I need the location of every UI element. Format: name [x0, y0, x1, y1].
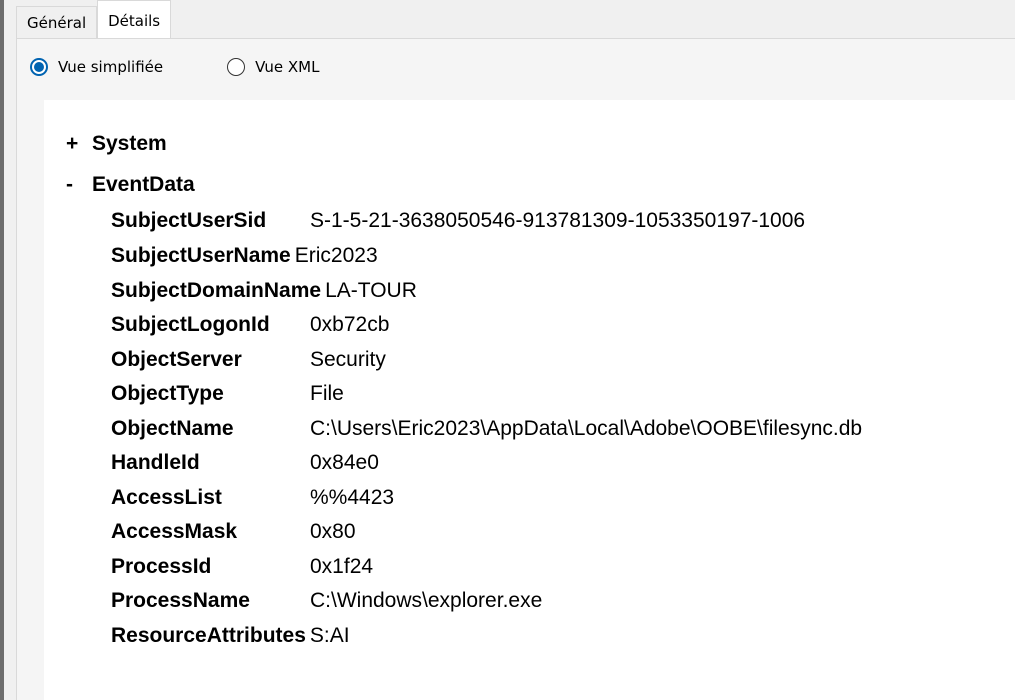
event-field-row: SubjectDomainName LA-TOUR: [111, 279, 417, 303]
tree-node-system[interactable]: + System: [66, 132, 167, 156]
event-field-row: AccessMask 0x80: [111, 520, 356, 544]
window-edge: [0, 0, 4, 700]
tab-bar: Général Détails: [16, 0, 172, 38]
radio-checked-icon[interactable]: [30, 58, 48, 76]
field-value: File: [310, 382, 344, 405]
event-field-row: SubjectUserSid S-1-5-21-3638050546-913781…: [111, 209, 805, 233]
radio-unchecked-icon[interactable]: [227, 58, 246, 76]
event-field-row: AccessList %%4423: [111, 486, 394, 510]
field-name: SubjectDomainName: [111, 279, 322, 302]
field-name: ObjectName: [111, 417, 234, 440]
event-field-row: SubjectLogonId 0xb72cb: [111, 313, 389, 337]
field-value: S-1-5-21-3638050546-913781309-1053350197…: [310, 209, 806, 232]
event-field-row: ResourceAttributes S:AI: [111, 624, 350, 648]
tree-node-eventdata-label: EventData: [92, 173, 195, 196]
field-name: ResourceAttributes: [111, 624, 306, 647]
radio-xml-label: Vue XML: [255, 58, 320, 76]
field-value: S:AI: [309, 624, 350, 647]
field-name: ProcessName: [111, 589, 250, 612]
field-name: SubjectLogonId: [111, 313, 270, 336]
expand-icon[interactable]: +: [66, 132, 92, 156]
field-value: 0x84e0: [310, 451, 379, 474]
field-value: 0x80: [310, 520, 356, 543]
event-properties-window: Général Détails Vue simplifiée Vue XML +…: [0, 0, 1015, 700]
field-value: C:\Windows\explorer.exe: [310, 589, 543, 612]
radio-simplified-view[interactable]: Vue simplifiée: [30, 58, 163, 76]
field-name: ProcessId: [111, 555, 212, 578]
event-field-row: ObjectType File: [111, 382, 344, 406]
field-name: AccessMask: [111, 520, 238, 543]
tree-node-system-label: System: [92, 132, 167, 155]
field-name: SubjectUserName: [111, 244, 291, 267]
field-name: HandleId: [111, 451, 200, 474]
field-value: 0xb72cb: [310, 313, 390, 336]
radio-xml-view[interactable]: Vue XML: [227, 58, 319, 76]
field-value: Security: [310, 348, 386, 371]
event-field-row: ProcessName C:\Windows\explorer.exe: [111, 589, 542, 613]
field-name: SubjectUserSid: [111, 209, 267, 232]
tab-general[interactable]: Général: [16, 6, 98, 38]
collapse-icon[interactable]: -: [66, 173, 92, 197]
field-value: %%4423: [310, 486, 395, 509]
event-field-row: ObjectName C:\Users\Eric2023\AppData\Loca…: [111, 417, 862, 441]
event-field-row: ProcessId 0x1f24: [111, 555, 373, 579]
event-field-row: HandleId 0x84e0: [111, 451, 379, 475]
view-mode-selector: Vue simplifiée Vue XML: [30, 58, 383, 76]
field-name: ObjectType: [111, 382, 224, 405]
field-name: AccessList: [111, 486, 222, 509]
field-value: LA-TOUR: [325, 279, 417, 302]
field-value: Eric2023: [294, 244, 378, 267]
radio-simplified-label: Vue simplifiée: [58, 58, 164, 76]
tab-details[interactable]: Détails: [97, 0, 172, 38]
field-value: C:\Users\Eric2023\AppData\Local\Adobe\OO…: [310, 417, 863, 440]
field-name: ObjectServer: [111, 348, 242, 371]
tree-node-eventdata[interactable]: - EventData: [66, 173, 195, 197]
field-value: 0x1f24: [310, 555, 374, 578]
event-field-row: SubjectUserName Eric2023: [111, 244, 378, 268]
event-field-row: ObjectServer Security: [111, 348, 386, 372]
